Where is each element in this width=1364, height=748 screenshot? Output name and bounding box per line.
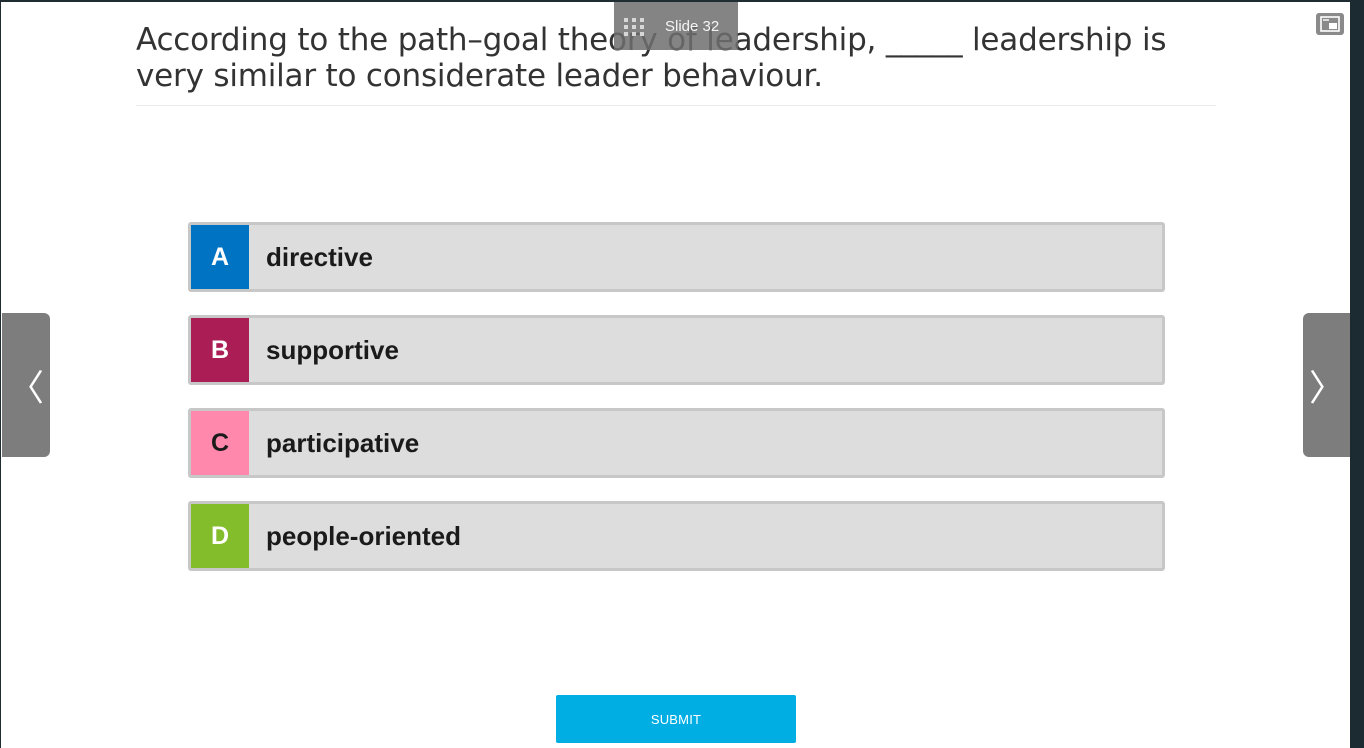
chevron-left-icon: 〈 bbox=[7, 367, 44, 408]
question-line-2: very similar to considerate leader behav… bbox=[136, 58, 823, 94]
previous-slide-button[interactable]: 〈 bbox=[2, 313, 50, 457]
window-icon bbox=[1320, 16, 1340, 32]
slide-stage: According to the path–goal theory of lea… bbox=[1, 2, 1351, 748]
option-c[interactable]: C participative bbox=[188, 408, 1165, 478]
option-text: people-oriented bbox=[266, 520, 462, 551]
next-slide-button[interactable]: 〉 bbox=[1303, 313, 1351, 457]
option-letter-badge: A bbox=[191, 225, 249, 289]
option-a[interactable]: A directive bbox=[188, 222, 1165, 292]
question-divider bbox=[136, 105, 1216, 106]
option-d[interactable]: D people-oriented bbox=[188, 501, 1165, 571]
submit-button[interactable]: SUBMIT bbox=[556, 695, 796, 743]
chevron-right-icon: 〉 bbox=[1308, 367, 1345, 408]
answer-options: A directive B supportive C participative… bbox=[188, 222, 1165, 594]
grid-icon bbox=[624, 18, 644, 36]
option-text: directive bbox=[266, 241, 373, 272]
option-letter-badge: B bbox=[191, 318, 249, 382]
option-letter-badge: C bbox=[191, 411, 249, 475]
picture-in-picture-button[interactable] bbox=[1316, 13, 1344, 35]
option-text: supportive bbox=[266, 334, 399, 365]
option-letter-badge: D bbox=[191, 504, 249, 568]
slide-navigator[interactable]: Slide 32 bbox=[614, 2, 738, 50]
slide-number-label: Slide 32 bbox=[665, 18, 720, 35]
window-edge bbox=[1350, 0, 1364, 748]
option-b[interactable]: B supportive bbox=[188, 315, 1165, 385]
option-text: participative bbox=[266, 427, 420, 458]
